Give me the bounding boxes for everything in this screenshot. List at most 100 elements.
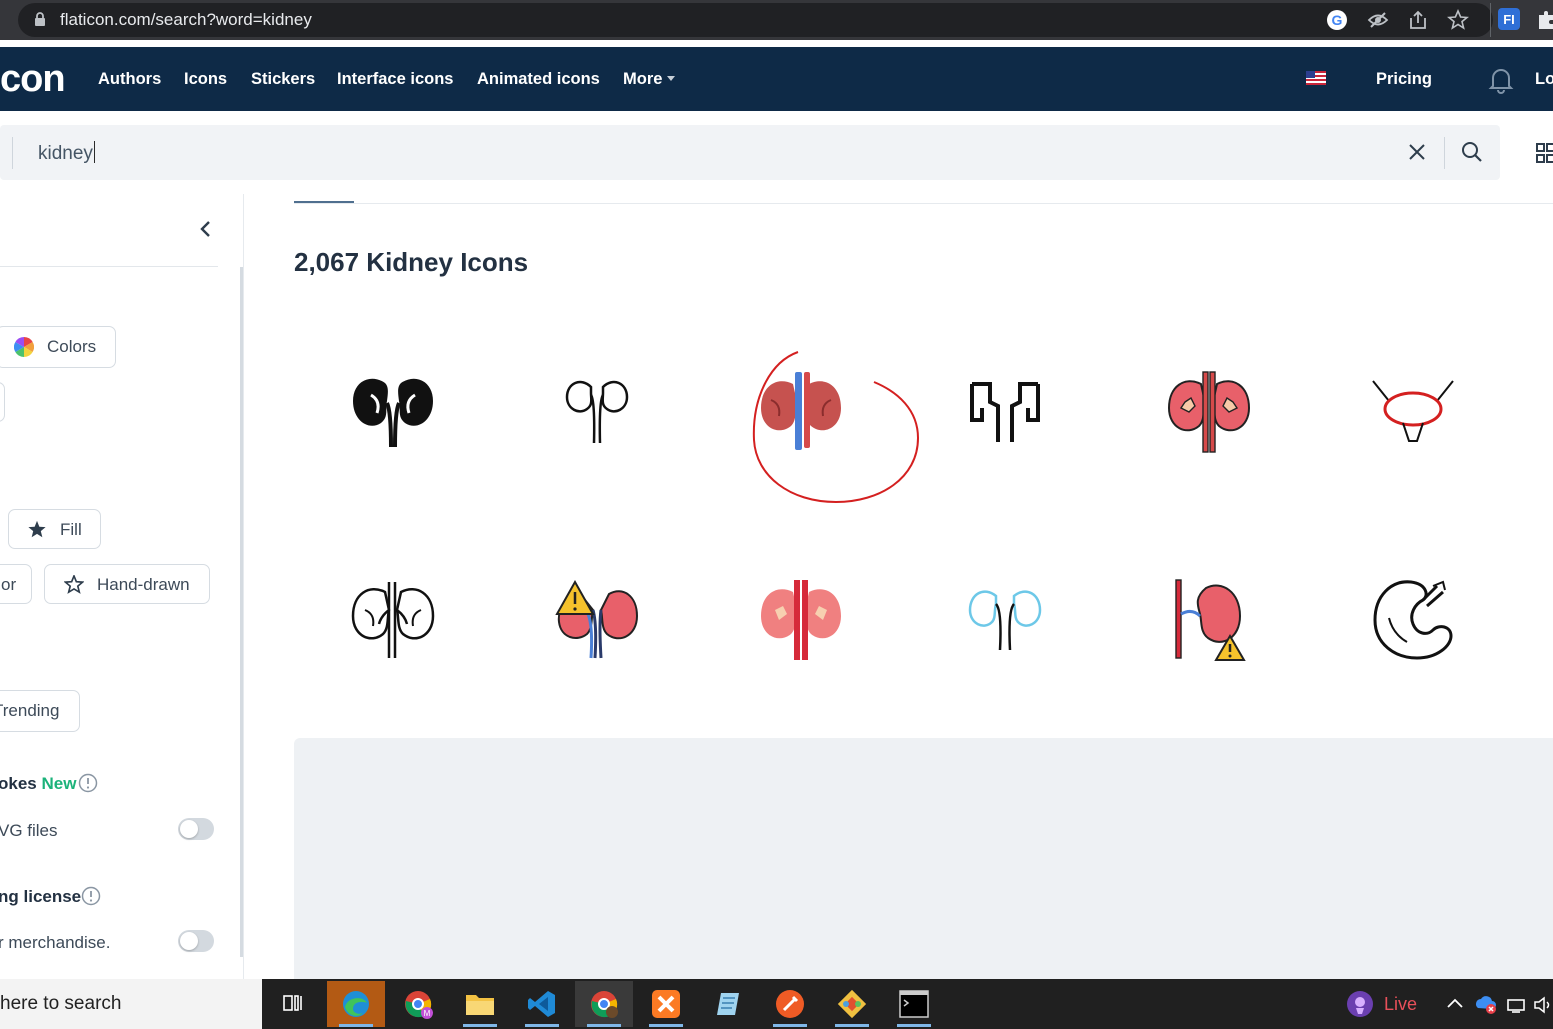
active-app-indicator — [587, 1024, 621, 1027]
handdrawn-style-label: Hand-drawn — [97, 575, 190, 594]
star-icon[interactable] — [1446, 8, 1470, 36]
svg-files-label: VG files — [0, 821, 58, 840]
open-app-indicator — [773, 1024, 807, 1027]
flaticon-extension-icon[interactable]: FI — [1497, 7, 1521, 36]
collapse-sidebar-icon[interactable] — [198, 220, 212, 243]
task-view-icon[interactable] — [264, 981, 322, 1027]
chevron-down-icon — [667, 76, 675, 81]
eye-slash-icon[interactable] — [1367, 9, 1389, 36]
lock-icon — [34, 12, 46, 32]
sidebar-divider — [0, 266, 218, 267]
open-app-indicator — [835, 1024, 869, 1027]
open-app-indicator — [649, 1024, 683, 1027]
nav-login[interactable]: Lo — [1535, 70, 1553, 89]
search-input-value: kidney — [38, 143, 93, 164]
vscode-taskbar-icon[interactable] — [513, 981, 571, 1027]
fill-style-button[interactable]: Fill — [8, 509, 101, 549]
svg-text:G: G — [1332, 12, 1343, 28]
grid-view-icon[interactable] — [1536, 143, 1553, 168]
terminal-taskbar-icon[interactable] — [885, 981, 943, 1027]
strokes-heading: okes New — [0, 774, 76, 794]
edge-taskbar-icon[interactable] — [327, 981, 385, 1027]
kidney-light-blue-icon[interactable] — [935, 550, 1075, 690]
search-icon[interactable] — [1461, 141, 1483, 168]
volume-icon[interactable] — [1533, 995, 1553, 1020]
results-title: 2,067 Kidney Icons — [294, 247, 529, 277]
nav-stickers[interactable]: Stickers — [251, 70, 315, 89]
chrome-profile-taskbar-icon[interactable]: M — [389, 981, 447, 1027]
nav-pricing[interactable]: Pricing — [1376, 70, 1432, 89]
trending-label: Trending — [0, 701, 60, 720]
color-style-button[interactable]: or — [0, 564, 32, 604]
kidney-lineal-icon[interactable] — [323, 550, 463, 690]
nav-interface-icons[interactable]: Interface icons — [337, 70, 453, 89]
chrome-taskbar-icon[interactable] — [575, 981, 633, 1027]
live-app-icon[interactable] — [1346, 990, 1374, 1023]
ad-placeholder — [294, 738, 1553, 979]
kidney-outline-thin-icon[interactable] — [527, 342, 667, 482]
search-input[interactable]: kidney — [38, 141, 95, 165]
handdrawn-style-button[interactable]: Hand-drawn — [44, 564, 210, 604]
license-toggle[interactable] — [178, 930, 214, 952]
editable-strokes-toggle[interactable] — [178, 818, 214, 840]
nav-more[interactable]: More — [623, 70, 662, 89]
kidney-half-warning-icon[interactable] — [1139, 550, 1279, 690]
colors-filter-label: Colors — [47, 337, 97, 356]
nav-icons[interactable]: Icons — [184, 70, 227, 89]
open-app-indicator — [525, 1024, 559, 1027]
active-app-indicator — [339, 1024, 373, 1027]
svg-text:FI: FI — [1503, 12, 1515, 27]
postman-taskbar-icon[interactable] — [761, 981, 819, 1027]
onedrive-error-icon[interactable] — [1474, 994, 1498, 1019]
fill-style-label: Fill — [60, 520, 82, 539]
network-icon[interactable] — [1506, 996, 1526, 1019]
live-label[interactable]: Live — [1384, 994, 1417, 1015]
us-flag-icon[interactable] — [1306, 71, 1326, 90]
taskbar-search-placeholder: here to search — [0, 993, 122, 1014]
search-box — [0, 125, 1500, 180]
tabs-underline — [294, 203, 1553, 204]
open-app-indicator — [897, 1024, 931, 1027]
new-badge: New — [41, 774, 77, 793]
nav-authors[interactable]: Authors — [98, 70, 161, 89]
strokes-label: okes — [0, 774, 37, 793]
hand-drawn-circle-annotation — [750, 348, 922, 513]
search-divider-2 — [1444, 137, 1445, 169]
info-icon[interactable] — [78, 773, 98, 798]
clear-search-icon[interactable] — [1408, 143, 1426, 166]
active-tab-indicator — [294, 201, 354, 203]
chevron-up-icon[interactable] — [1446, 996, 1464, 1015]
nav-animated-icons[interactable]: Animated icons — [477, 70, 600, 89]
trending-button[interactable]: Trending — [0, 690, 80, 732]
color-style-label: or — [1, 575, 17, 594]
bell-icon[interactable] — [1488, 66, 1514, 99]
google-icon[interactable]: G — [1326, 9, 1348, 36]
open-app-indicator — [463, 1024, 497, 1027]
notepad-taskbar-icon[interactable] — [699, 981, 757, 1027]
colors-filter-button[interactable]: Colors — [0, 326, 116, 368]
kidney-flat-red-icon[interactable] — [731, 550, 871, 690]
url-text[interactable]: flaticon.com/search?word=kidney — [60, 10, 312, 30]
sidebar-border — [243, 194, 244, 979]
file-explorer-taskbar-icon[interactable] — [451, 981, 509, 1027]
partial-filter-button[interactable] — [0, 382, 5, 422]
xampp-taskbar-icon[interactable] — [637, 981, 695, 1027]
bladder-red-icon[interactable] — [1343, 342, 1483, 482]
flaticon-logo[interactable]: con — [0, 58, 66, 101]
text-cursor — [93, 141, 95, 163]
merchandise-label: r merchandise. — [0, 933, 111, 952]
color-wheel-icon — [14, 337, 34, 357]
kidney-warning-icon[interactable] — [527, 550, 667, 690]
kidney-red-detailed-icon[interactable] — [1139, 342, 1279, 482]
kidney-bold-outline-icon[interactable] — [935, 342, 1075, 482]
license-label: ng license — [0, 887, 82, 906]
puzzle-icon[interactable] — [1537, 9, 1553, 36]
info-icon[interactable] — [81, 886, 101, 911]
share-icon[interactable] — [1407, 9, 1429, 36]
git-gui-taskbar-icon[interactable] — [823, 981, 881, 1027]
kidney-solid-black-icon[interactable] — [323, 342, 463, 482]
star-filled-icon — [28, 520, 46, 538]
svg-text:M: M — [424, 1009, 431, 1018]
star-outline-icon — [64, 575, 84, 594]
kidney-hand-drawn-icon[interactable] — [1343, 550, 1483, 690]
